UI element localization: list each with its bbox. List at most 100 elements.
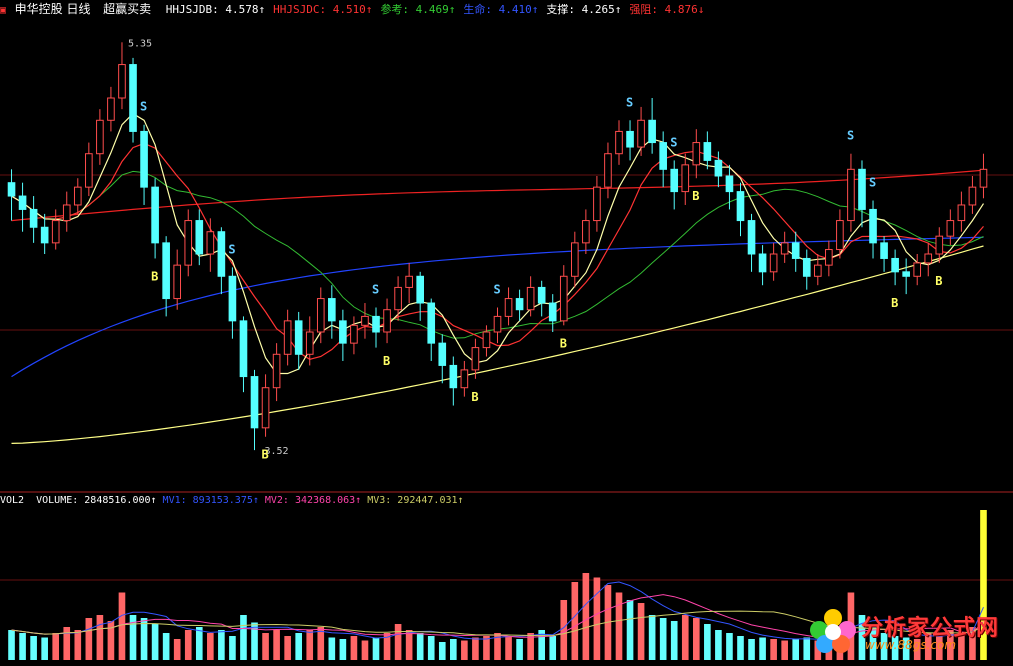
candle-body	[449, 364, 458, 389]
candle-body	[416, 275, 424, 304]
volume-bar	[438, 642, 446, 660]
candle-body	[62, 204, 71, 222]
candle-body	[791, 242, 800, 259]
candle-body	[482, 331, 491, 349]
candle-body	[681, 164, 690, 193]
chart-svg: 5.353.52SSS SSS SSBBBBBBBB	[0, 38, 1013, 660]
candle-body	[703, 142, 712, 161]
candle-body	[73, 186, 82, 206]
candle-body	[548, 302, 557, 322]
candle-body	[162, 242, 170, 300]
candle-body	[604, 153, 612, 188]
candle-body	[880, 242, 888, 259]
volume-bar	[560, 600, 568, 660]
candle-body	[957, 204, 966, 222]
volume-bar	[659, 618, 667, 660]
volume-bar	[505, 636, 512, 660]
volume-bar	[626, 600, 634, 660]
volume-bar	[251, 622, 258, 660]
volume-indicator-2: MV2: 342368.063↑	[264, 495, 362, 506]
candle-body	[493, 315, 502, 333]
volume-indicator-3: MV3: 292447.031↑	[367, 495, 464, 506]
candle-body	[780, 242, 789, 255]
volume-bar	[195, 627, 203, 660]
candle-body	[626, 130, 634, 148]
volume-bar	[549, 636, 557, 660]
volume-bar	[218, 630, 225, 660]
candle-body	[891, 257, 899, 273]
volume-bar	[394, 624, 402, 660]
candle-body	[825, 249, 833, 266]
sell-signal: S	[626, 95, 633, 109]
candle-body	[847, 168, 855, 222]
volume-bar	[350, 636, 358, 660]
candle-body	[51, 220, 60, 244]
volume-bar	[759, 637, 766, 660]
price-high-label: 5.35	[128, 38, 152, 49]
menu-icon[interactable]: ▣	[0, 5, 6, 16]
buy-signal: B	[692, 189, 699, 203]
candle-body	[769, 253, 778, 273]
candle-body	[438, 342, 447, 366]
volume-bar	[284, 636, 291, 660]
candle-body	[670, 168, 679, 193]
candle-body	[195, 220, 204, 255]
volume-values: VOLUME: 2848516.000↑ MV1: 893153.375↑ MV2:…	[30, 495, 463, 506]
ma-line-blue	[11, 236, 984, 378]
main-chart-header: ▣ 申华控股 日线 超赢买卖 HHJSJDB: 4.578↑ HHJSJDC: 4…	[0, 0, 1013, 18]
candle-body	[471, 347, 480, 371]
candle-body	[648, 119, 656, 144]
volume-indicator-name: VOL2	[0, 495, 25, 506]
candle-body	[217, 231, 226, 277]
candle-body	[935, 235, 944, 255]
sell-signal: S	[869, 176, 876, 190]
candle-body	[582, 220, 590, 244]
indicator-4: 支撑: 4.265↑	[546, 3, 622, 16]
volume-bar	[372, 637, 380, 660]
buy-signal: B	[262, 448, 269, 462]
candle-body	[383, 309, 391, 333]
candle-body	[283, 320, 292, 355]
volume-bar	[582, 573, 590, 660]
candle-body	[140, 130, 148, 188]
candle-body	[504, 298, 513, 317]
indicator-0: HHJSJDB: 4.578↑	[165, 3, 266, 16]
candle-body	[659, 142, 667, 170]
candle-body	[339, 320, 347, 344]
volume-bar	[461, 640, 468, 660]
sell-signal: S	[847, 129, 854, 143]
candle-body	[305, 331, 314, 355]
volume-bar	[306, 630, 314, 660]
candle-body	[968, 186, 977, 206]
candle-body	[813, 264, 822, 277]
volume-bar	[273, 630, 280, 660]
volume-bar	[85, 618, 93, 660]
volume-indicator-0: VOLUME: 2848516.000↑	[36, 495, 157, 506]
buy-signal: B	[560, 336, 567, 350]
flower-logo-icon	[810, 609, 856, 653]
candle-body	[361, 315, 369, 326]
candle-body	[593, 186, 601, 222]
volume-bar	[670, 621, 678, 660]
volume-bar	[516, 639, 523, 660]
candle-body	[18, 195, 27, 210]
volume-bar	[450, 639, 457, 660]
candle-body	[736, 191, 745, 222]
candle-body	[173, 264, 182, 300]
sell-signal: S	[140, 100, 147, 114]
candle-body	[85, 153, 93, 188]
indicator-5: 强阻: 4.876↓	[629, 3, 705, 16]
buy-signal: B	[891, 296, 898, 310]
candle-body	[615, 130, 623, 155]
candle-body	[29, 208, 38, 228]
candle-body	[151, 186, 159, 244]
candle-body	[316, 298, 325, 333]
candle-body	[294, 320, 303, 355]
candlestick-chart: 5.35 3.52 S S S S S S S S B B B B B B B B	[0, 0, 1013, 662]
volume-bar	[184, 630, 192, 660]
candle-body	[836, 220, 844, 251]
candle-body	[394, 286, 402, 311]
candle-body	[460, 369, 469, 389]
volume-bar	[715, 630, 722, 660]
candle-body	[692, 142, 701, 166]
